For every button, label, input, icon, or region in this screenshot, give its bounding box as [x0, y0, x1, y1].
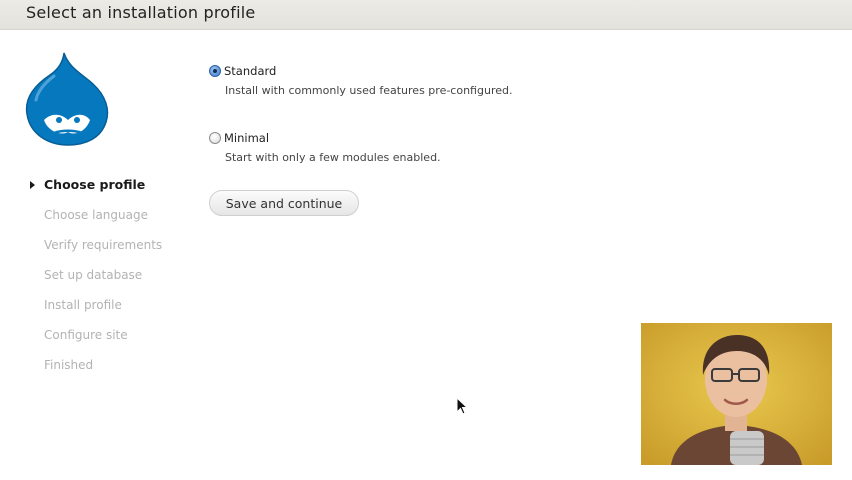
step-label: Verify requirements — [44, 238, 163, 252]
step-label: Install profile — [44, 298, 122, 312]
step-choose-language: Choose language — [0, 206, 200, 236]
standard-description: Install with commonly used features pre-… — [225, 84, 513, 97]
minimal-radio[interactable] — [209, 132, 221, 144]
installer-page: Select an installation profile Choose pr… — [0, 0, 852, 480]
step-configure-site: Configure site — [0, 326, 200, 356]
header-bar: Select an installation profile — [0, 0, 852, 30]
page-title: Select an installation profile — [26, 3, 256, 22]
step-label: Configure site — [44, 328, 128, 342]
step-verify-requirements: Verify requirements — [0, 236, 200, 266]
minimal-label[interactable]: Minimal — [224, 131, 269, 145]
profile-option-minimal: Minimal Start with only a few modules en… — [209, 130, 441, 164]
profile-option-standard: Standard Install with commonly used feat… — [209, 63, 512, 97]
standard-label[interactable]: Standard — [224, 64, 276, 78]
step-label: Finished — [44, 358, 94, 372]
minimal-description: Start with only a few modules enabled. — [225, 151, 441, 164]
drupal-logo-icon — [24, 50, 110, 148]
step-finished: Finished — [0, 356, 200, 386]
mouse-pointer-icon — [456, 396, 469, 415]
step-label: Set up database — [44, 268, 143, 282]
step-set-up-database: Set up database — [0, 266, 200, 296]
presenter-webcam-video — [641, 323, 832, 465]
step-install-profile: Install profile — [0, 296, 200, 326]
current-step-arrow-icon — [30, 181, 35, 189]
step-label: Choose language — [44, 208, 148, 222]
installation-steps: Choose profile Choose language Verify re… — [0, 176, 200, 386]
step-choose-profile: Choose profile — [0, 176, 200, 206]
step-label: Choose profile — [44, 177, 146, 192]
save-and-continue-button[interactable]: Save and continue — [209, 190, 359, 216]
standard-radio[interactable] — [209, 65, 221, 77]
